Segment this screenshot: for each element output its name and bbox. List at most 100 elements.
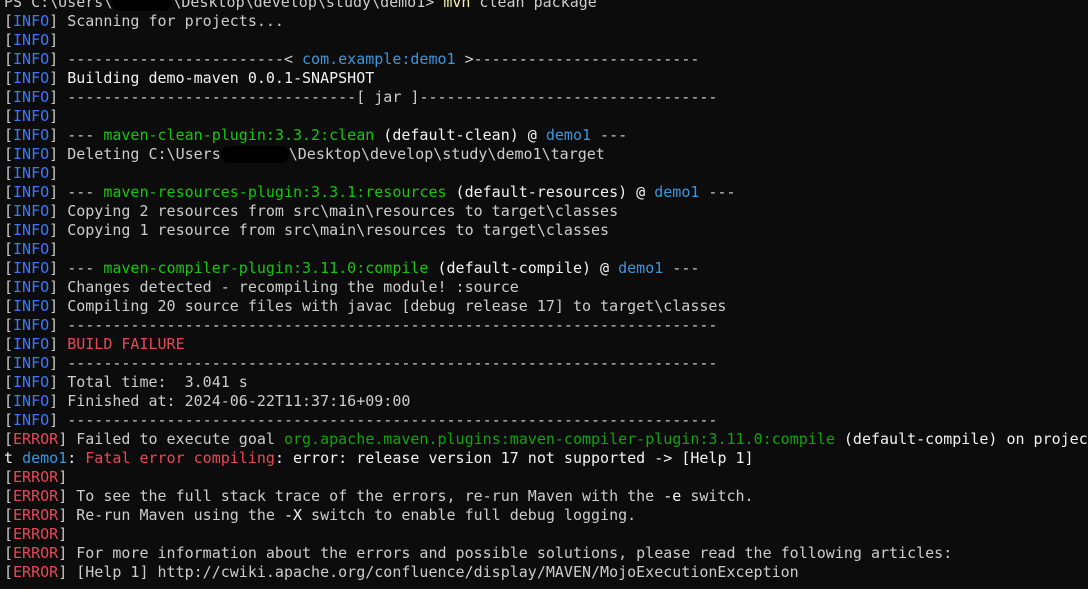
info-tag: INFO [13,107,50,125]
text-segment: [ [4,259,14,277]
redacted-username [112,0,173,11]
info-tag: INFO [13,31,50,49]
text-segment: --- [591,126,628,144]
text-segment: [ [4,164,14,182]
text-segment: [ [4,430,14,448]
text-segment: ] Scanning for projects... [49,12,284,30]
artifact-name: demo1 [22,449,68,467]
text-segment: [ [4,50,14,68]
text-segment: [ [4,88,14,106]
info-tag: INFO [13,164,50,182]
text-segment: [ [4,487,14,505]
text-segment: (default-compile) @ [428,259,619,277]
text-segment: switch to enable full debug logging. [302,506,637,524]
text-segment: -X [283,506,303,524]
output-line: t demo1: Fatal error compiling: error: r… [4,449,1088,468]
text-segment: ] [49,164,59,182]
output-line: [INFO] [4,164,1088,183]
text-segment: ] For more information about the errors … [58,544,953,562]
text-segment: ] --- [49,259,104,277]
text-segment: (default-clean) @ [374,126,546,144]
output-line: [INFO] Copying 2 resources from src\main… [4,202,1088,221]
plugin-name: maven-clean-plugin:3.3.2:clean [103,126,375,144]
text-segment: [ [4,411,14,429]
redacted-username [220,146,289,163]
text-segment: ] --- [49,126,104,144]
artifact-name: demo1 [654,183,700,201]
output-line: [ERROR] [4,525,1088,544]
info-tag: INFO [13,354,50,372]
error-tag: ERROR [13,430,59,448]
text-segment: >------------------------- [455,50,700,68]
info-tag: INFO [13,69,50,87]
output-line: [INFO] [4,107,1088,126]
output-line: [ERROR] Re-run Maven using the -X switch… [4,506,1088,525]
text-segment: [ [4,145,14,163]
text-segment: ] --------------------------------[ jar … [49,88,718,106]
plugin-name: maven-compiler-plugin:3.11.0:compile [103,259,429,277]
command-text: mvn [443,0,471,11]
text-segment: [ [4,221,14,239]
text-segment: ] Total time: 3.041 s [49,373,248,391]
text-segment: ] Compiling 20 source files with javac [… [49,297,727,315]
output-line: [ERROR] Failed to execute goal org.apach… [4,430,1088,449]
text-segment: ] Copying 1 resource from src\main\resou… [49,221,610,239]
text-segment: [ [4,12,14,30]
error-tag: ERROR [13,506,59,524]
info-tag: INFO [13,373,50,391]
error-tag: ERROR [13,468,59,486]
output-line: [INFO] ---------------------------------… [4,354,1088,373]
text-segment: [ [4,126,14,144]
text-segment: [ [4,240,14,258]
output-line: [ERROR] To see the full stack trace of t… [4,487,1088,506]
terminal-window[interactable]: PS C:\Users\ \Desktop\develop\study\demo1… [0,0,1088,589]
text-segment: PS C:\Users\ [4,0,113,11]
output-line: [INFO] ---------------------------------… [4,316,1088,335]
info-tag: INFO [13,411,50,429]
output-line: [ERROR] For more information about the e… [4,544,1088,563]
text-segment: [ [4,202,14,220]
text-segment: [ [4,468,14,486]
info-tag: INFO [13,221,50,239]
output-line: [INFO] [4,240,1088,259]
text-segment: ] Deleting C:\Users [49,145,221,163]
text-segment: switch. [681,487,754,505]
artifact-name: demo1 [545,126,592,144]
text-segment: \Desktop\develop\study\demo1> [172,0,444,11]
error-text: BUILD FAILURE [67,335,185,353]
info-tag: INFO [13,335,50,353]
error-tag: ERROR [13,525,59,543]
output-line: [INFO] Building demo-maven 0.0.1-SNAPSHO… [4,69,1088,88]
text-segment: ] [49,107,59,125]
output-line: [INFO] BUILD FAILURE [4,335,1088,354]
text-segment: --- [699,183,736,201]
text-segment: [ [4,544,14,562]
text-segment: ] --------------------------------------… [49,411,718,429]
text-segment: ] [58,525,68,543]
output-line: [INFO] [4,31,1088,50]
plugin-name: maven-resources-plugin:3.3.1:resources [103,183,447,201]
text-segment: -e [663,487,682,505]
text-segment: [ [4,392,14,410]
output-line: [INFO] ------------------------< com.exa… [4,50,1088,69]
output-line: [INFO] ---------------------------------… [4,411,1088,430]
info-tag: INFO [13,316,50,334]
text-segment: ] [49,335,68,353]
text-segment: clean package [470,0,597,11]
text-segment: t [4,449,23,467]
text-segment: ] [49,31,59,49]
text-segment: [ [4,354,14,372]
text-segment: (default-resources) @ [446,183,655,201]
output-line: [ERROR] [Help 1] http://cwiki.apache.org… [4,563,1088,582]
info-tag: INFO [13,126,50,144]
text-segment: ] [49,69,68,87]
text-segment: Building demo-maven 0.0.1-SNAPSHOT [67,69,375,87]
text-segment: [ [4,525,14,543]
error-tag: ERROR [13,544,59,562]
text-segment: [ [4,107,14,125]
output-line: [INFO] Deleting C:\Users \Desktop\develop… [4,145,1088,164]
output-line: [INFO] Total time: 3.041 s [4,373,1088,392]
artifact-name: com.example:demo1 [302,50,456,68]
text-segment: [ [4,183,14,201]
text-segment: ] Copying 2 resources from src\main\reso… [49,202,619,220]
